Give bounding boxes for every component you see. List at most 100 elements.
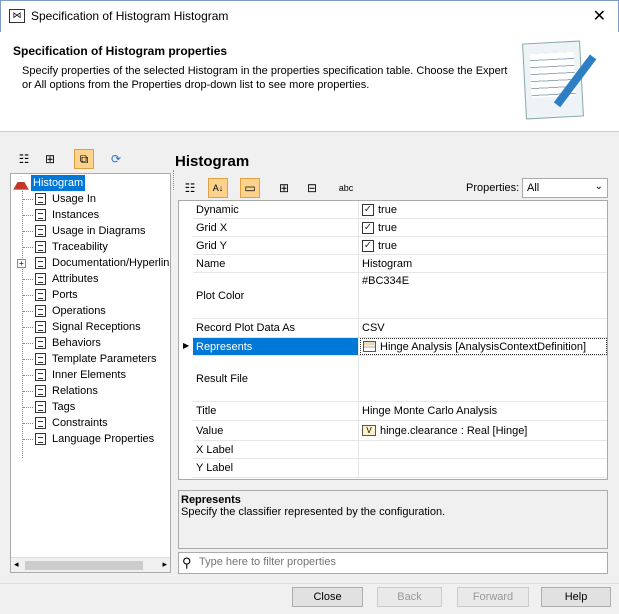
property-name: Y Label: [193, 459, 359, 477]
tree-line: [23, 279, 33, 280]
tree-toolbar: ☷ ⊞ ⧉ ⟳: [14, 149, 126, 169]
property-value[interactable]: [360, 356, 607, 401]
document-icon: [35, 193, 46, 205]
property-name: Grid Y: [193, 237, 359, 254]
filter-box[interactable]: ⚲: [178, 552, 608, 574]
tree-item-label: Traceability: [52, 241, 108, 253]
table-row[interactable]: Record Plot Data As CSV: [193, 319, 607, 338]
table-row[interactable]: Plot Color #BC334E: [193, 273, 607, 319]
sort-alphabetically-icon[interactable]: A↓: [208, 178, 228, 198]
description-pane: Represents Specify the classifier repres…: [178, 490, 608, 549]
forward-button[interactable]: Forward: [457, 587, 529, 607]
property-value[interactable]: CSV: [360, 319, 607, 337]
table-row[interactable]: X Label: [193, 441, 607, 459]
table-row[interactable]: Title Hinge Monte Carlo Analysis: [193, 402, 607, 421]
property-name: Result File: [193, 356, 359, 401]
property-name: X Label: [193, 441, 359, 458]
splitter[interactable]: [173, 170, 176, 190]
tree-line: [23, 231, 33, 232]
document-icon: [35, 209, 46, 221]
property-name: Value: [193, 421, 359, 440]
document-pencil-icon: [522, 40, 597, 120]
tree-item-label: Attributes: [52, 273, 99, 285]
checkbox[interactable]: ✓: [362, 239, 374, 252]
document-icon: [35, 321, 46, 333]
property-name: Dynamic: [193, 201, 359, 218]
document-icon: [35, 305, 46, 317]
close-icon[interactable]: ✕: [593, 6, 606, 26]
back-button[interactable]: Back: [377, 587, 442, 607]
tree-line: [23, 327, 33, 328]
checkbox[interactable]: ✓: [362, 221, 374, 234]
table-row[interactable]: Grid X ✓ true: [193, 219, 607, 237]
expand-icon[interactable]: +: [17, 259, 26, 268]
table-row[interactable]: Value Vhinge.clearance : Real [Hinge]: [193, 421, 607, 441]
property-value[interactable]: [360, 441, 607, 458]
tree-item-label: Operations: [52, 305, 106, 317]
tree-line: [23, 439, 33, 440]
document-icon: [35, 385, 46, 397]
property-name: Plot Color: [193, 273, 359, 318]
tree-line: [23, 375, 33, 376]
tree-line: [22, 188, 23, 458]
table-row[interactable]: Y Label: [193, 459, 607, 478]
refresh-icon[interactable]: ⟳: [106, 149, 126, 169]
tree-line: [23, 295, 33, 296]
property-value-text: Hinge Monte Carlo Analysis: [362, 405, 498, 417]
properties-label: Properties:: [466, 182, 520, 194]
description-toggle-icon[interactable]: ▭: [240, 178, 260, 198]
property-value[interactable]: [360, 459, 607, 477]
property-value[interactable]: ✓ true: [360, 237, 607, 254]
tree-item-label: Template Parameters: [52, 353, 157, 365]
property-name: Name: [193, 255, 359, 272]
table-row[interactable]: Name Histogram: [193, 255, 607, 273]
panel-title: Histogram: [175, 153, 250, 170]
tree-line: [23, 407, 33, 408]
close-button[interactable]: Close: [292, 587, 363, 607]
collapse-all-icon[interactable]: ⊟: [302, 178, 322, 198]
title-bar: ⋈ Specification of Histogram Histogram ✕: [0, 0, 619, 32]
document-icon: [35, 289, 46, 301]
tree-line: [23, 423, 33, 424]
property-value-text: Histogram: [362, 257, 413, 270]
property-value[interactable]: Hinge Analysis [AnalysisContextDefinitio…: [360, 338, 607, 355]
property-value[interactable]: Vhinge.clearance : Real [Hinge]: [360, 421, 607, 440]
tree-item-label: Usage In: [52, 193, 97, 205]
document-icon: [35, 337, 46, 349]
class-icon: [363, 341, 376, 352]
window-title: Specification of Histogram Histogram: [31, 9, 229, 23]
filter-input[interactable]: [199, 556, 599, 568]
tree-item-label: Instances: [52, 209, 100, 221]
properties-dropdown[interactable]: All ⌄: [522, 178, 608, 198]
document-icon: [35, 241, 46, 253]
help-button[interactable]: Help: [541, 587, 611, 607]
checkbox[interactable]: ✓: [362, 203, 374, 216]
tree-item-label: Relations: [52, 385, 98, 397]
properties-toolbar: ☷ A↓ ▭ ⊞ ⊟ abc: [180, 178, 356, 198]
tree-item-label: Histogram: [31, 175, 86, 191]
property-value[interactable]: ✓ true: [360, 201, 607, 218]
property-value-text: hinge.clearance : Real [Hinge]: [380, 424, 528, 437]
properties-dropdown-value: All: [527, 182, 540, 194]
document-icon: [35, 353, 46, 365]
property-value[interactable]: ✓ true: [360, 219, 607, 236]
tree-view-icon[interactable]: ⊞: [40, 149, 60, 169]
property-value[interactable]: Hinge Monte Carlo Analysis: [360, 402, 607, 420]
properties-table: Dynamic ✓ true Grid X ✓ true Grid Y ✓ true Name Hi…: [178, 200, 608, 480]
table-row[interactable]: Result File: [193, 356, 607, 402]
copy-icon[interactable]: ⧉: [74, 149, 94, 169]
list-view-icon[interactable]: ☷: [14, 149, 34, 169]
property-value[interactable]: Histogram: [360, 255, 607, 272]
table-row[interactable]: Grid Y ✓ true: [193, 237, 607, 255]
table-row[interactable]: ▶ Represents Hinge Analysis [AnalysisConte…: [183, 338, 607, 356]
property-name: Grid X: [193, 219, 359, 236]
expand-all-icon[interactable]: ⊞: [274, 178, 294, 198]
tree-line: [23, 343, 33, 344]
tree-item-label: Constraints: [52, 417, 108, 429]
table-row[interactable]: Dynamic ✓ true: [193, 201, 607, 219]
property-value[interactable]: #BC334E: [360, 273, 607, 318]
categorized-icon[interactable]: ☷: [180, 178, 200, 198]
horizontal-scrollbar[interactable]: ◂ ▸: [11, 557, 170, 572]
document-icon: [35, 433, 46, 445]
spelling-icon[interactable]: abc: [336, 178, 356, 198]
